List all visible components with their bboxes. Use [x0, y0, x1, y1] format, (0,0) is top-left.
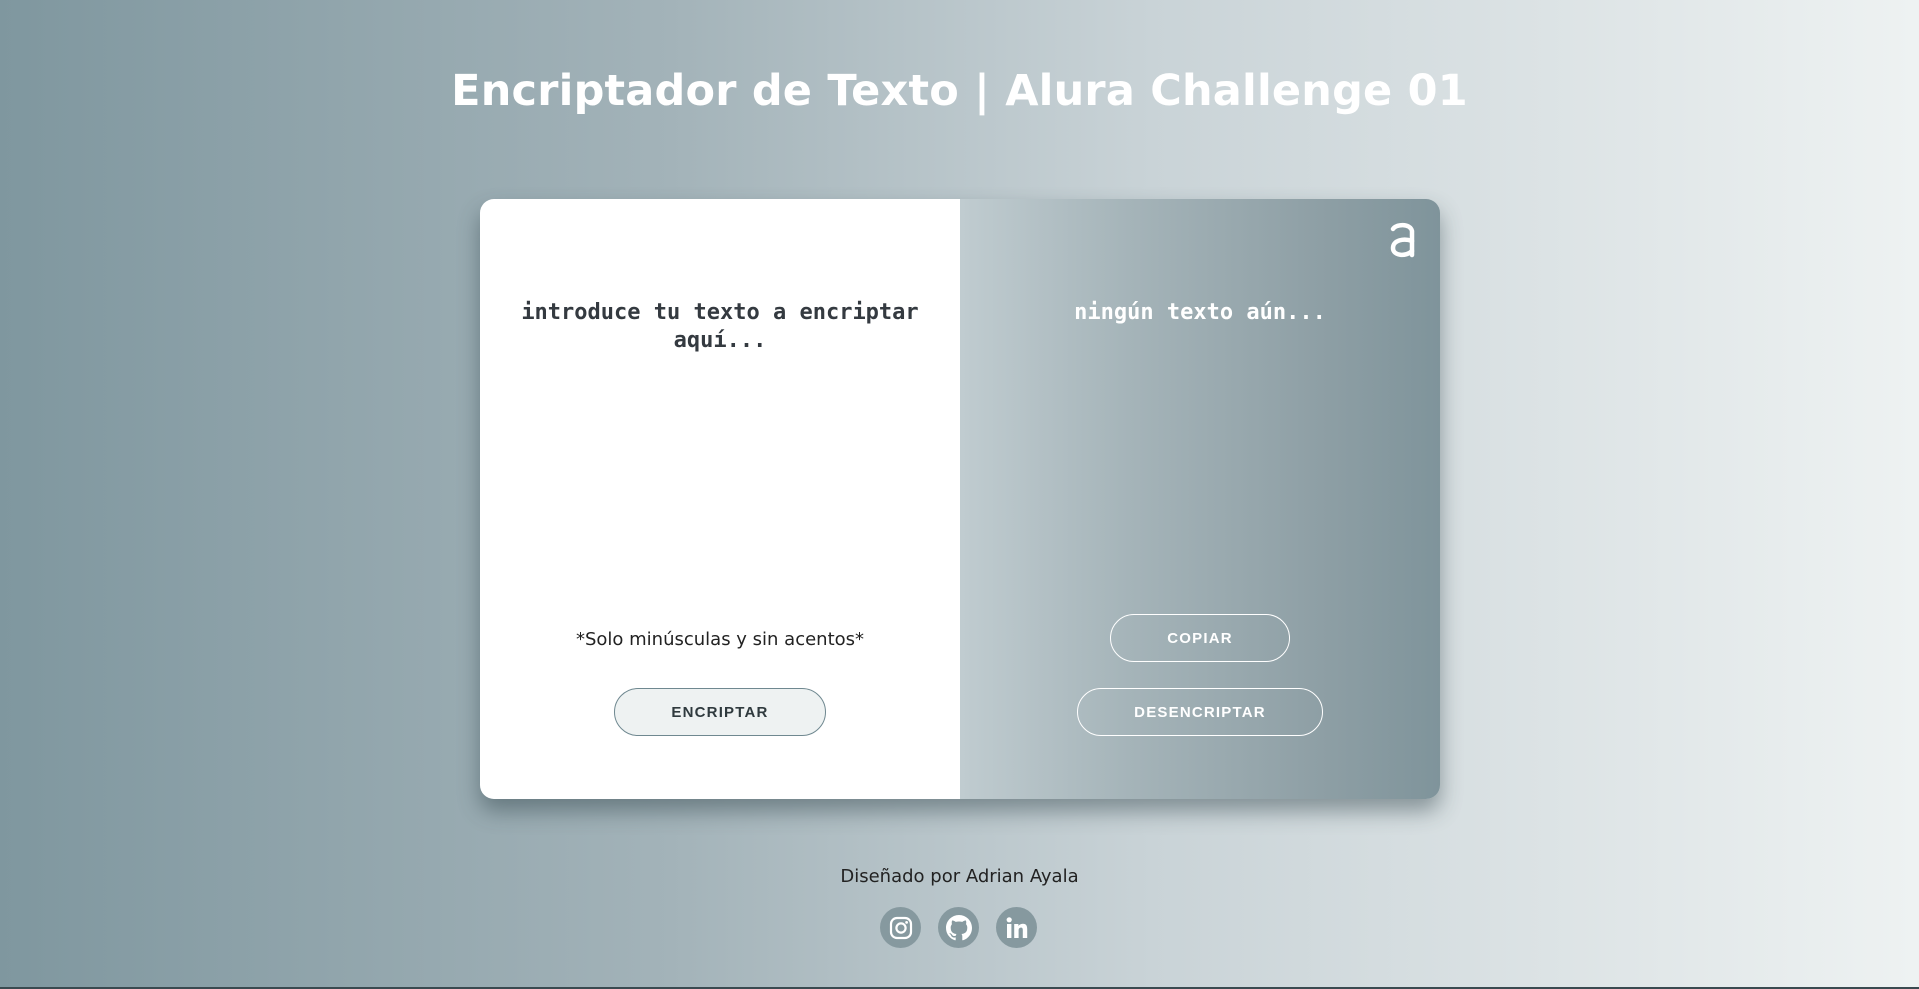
instagram-icon [889, 916, 912, 939]
text-input[interactable]: introduce tu texto a encriptar aquí... [520, 299, 920, 355]
social-links [880, 907, 1037, 948]
encrypt-button[interactable]: ENCRIPTAR [614, 688, 826, 736]
encryptor-card: introduce tu texto a encriptar aquí... *… [480, 199, 1440, 799]
page-title: Encriptador de Texto | Alura Challenge 0… [451, 66, 1468, 116]
github-link[interactable] [938, 907, 979, 948]
input-panel: introduce tu texto a encriptar aquí... *… [480, 199, 960, 799]
linkedin-icon [1006, 916, 1027, 938]
footer-credit: Diseñado por Adrian Ayala [840, 866, 1079, 887]
decrypt-button[interactable]: DESENCRIPTAR [1077, 688, 1323, 736]
input-note: *Solo minúsculas y sin acentos* [575, 629, 865, 650]
linkedin-link[interactable] [996, 907, 1037, 948]
copy-button[interactable]: COPIAR [1110, 614, 1290, 662]
alura-logo-icon [1390, 222, 1415, 258]
output-text: ningún texto aún... [1074, 300, 1326, 325]
instagram-link[interactable] [880, 907, 921, 948]
output-panel: ningún texto aún... COPIAR DESENCRIPTAR [960, 199, 1440, 799]
github-icon [945, 914, 972, 940]
